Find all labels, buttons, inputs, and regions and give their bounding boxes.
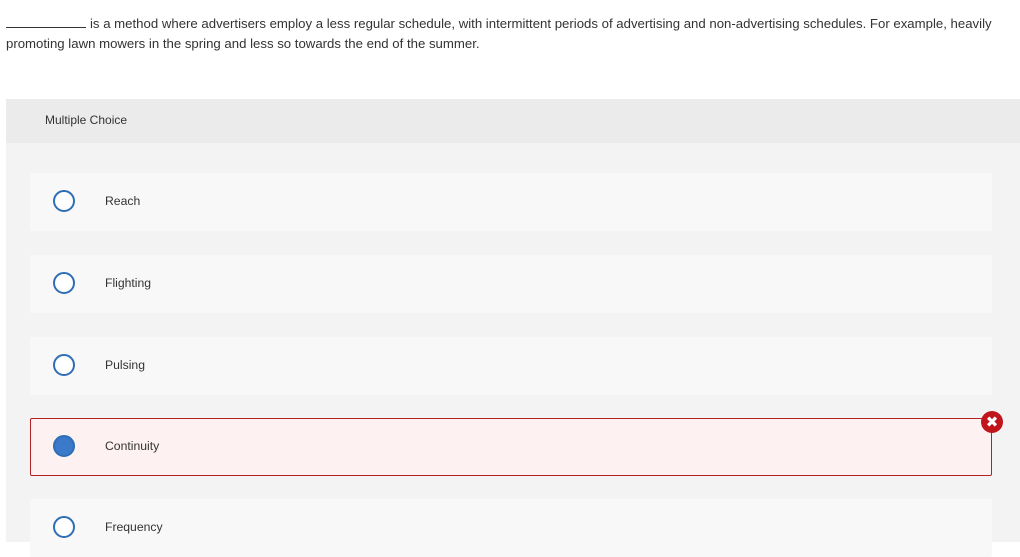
close-x-icon: ✖ [981,411,1003,433]
radio-empty-icon[interactable] [53,516,75,538]
question-text: is a method where advertisers employ a l… [6,14,1016,54]
panel-title: Multiple Choice [45,113,128,127]
option-reach[interactable]: Reach [30,173,992,231]
question-body: is a method where advertisers employ a l… [6,16,992,51]
option-pulsing[interactable]: Pulsing [30,337,992,395]
option-flighting[interactable]: Flighting [30,255,992,313]
panel-header: Multiple Choice [6,99,1020,143]
option-label: Flighting [105,276,152,290]
radio-empty-icon[interactable] [53,354,75,376]
fill-in-blank [6,15,86,28]
option-label: Pulsing [105,358,145,372]
radio-empty-icon[interactable] [53,190,75,212]
option-frequency[interactable]: Frequency [30,499,992,557]
radio-empty-icon[interactable] [53,272,75,294]
option-label: Continuity [105,439,160,453]
option-continuity[interactable]: Continuity ✖ [30,411,1003,476]
option-label: Reach [105,194,141,208]
multiple-choice-panel: Multiple Choice Reach Flighting Pulsing … [6,99,1020,557]
option-label: Frequency [105,520,163,534]
radio-filled-icon[interactable] [53,435,75,457]
